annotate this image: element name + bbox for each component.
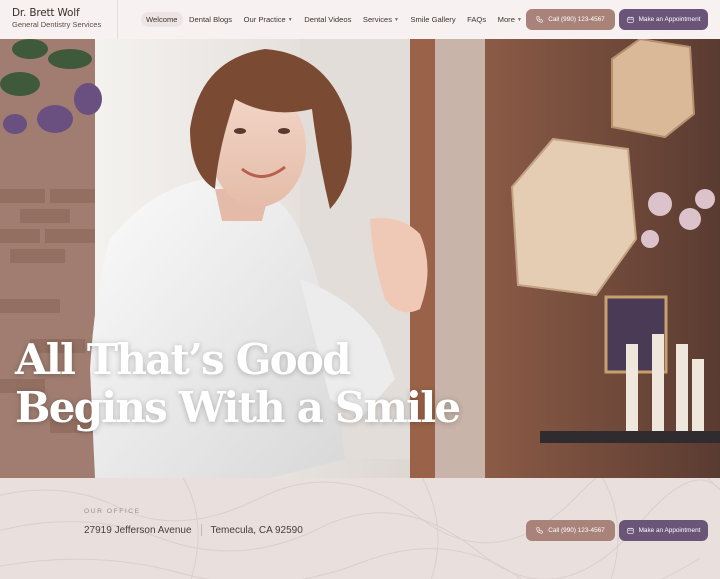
nav-our-practice-label: Our Practice bbox=[243, 15, 286, 24]
hero-heading: All That’s Good Begins With a Smile bbox=[15, 335, 461, 432]
office-address: 27919 Jefferson Avenue Temecula, CA 9259… bbox=[84, 524, 303, 536]
address-divider bbox=[200, 524, 202, 536]
brand-name: Dr. Brett Wolf bbox=[12, 7, 80, 19]
calendar-icon bbox=[626, 527, 634, 534]
nav-more-label: More bbox=[497, 15, 515, 24]
phone-icon bbox=[536, 527, 543, 534]
office-appointment-label: Make an Appointment bbox=[638, 527, 701, 534]
nav-smile-gallery-label: Smile Gallery bbox=[410, 15, 456, 24]
nav-services-label: Services bbox=[362, 15, 393, 24]
hero-heading-line1: All That’s Good bbox=[15, 335, 351, 384]
nav-smile-gallery[interactable]: Smile Gallery bbox=[405, 12, 460, 27]
office-info-bar: OUR OFFICE 27919 Jefferson Avenue Temecu… bbox=[0, 478, 720, 579]
nav-more[interactable]: More ▼ bbox=[493, 12, 527, 27]
nav-dental-blogs-label: Dental Blogs bbox=[189, 15, 233, 24]
nav-welcome[interactable]: Welcome bbox=[141, 12, 183, 27]
office-appointment-button[interactable]: Make an Appointment bbox=[619, 520, 708, 541]
nav-dental-videos[interactable]: Dental Videos bbox=[299, 12, 356, 27]
office-label: OUR OFFICE bbox=[84, 508, 141, 515]
chevron-down-icon: ▼ bbox=[394, 16, 399, 23]
hero-section: All That’s Good Begins With a Smile bbox=[0, 39, 720, 478]
chevron-down-icon: ▼ bbox=[287, 16, 293, 23]
office-call-button[interactable]: Call (990) 123-4567 bbox=[526, 520, 615, 541]
header-call-label: Call (990) 123-4567 bbox=[548, 16, 605, 23]
phone-icon bbox=[536, 16, 543, 23]
nav-our-practice[interactable]: Our Practice ▼ bbox=[239, 12, 298, 27]
calendar-icon bbox=[626, 16, 634, 23]
office-call-label: Call (990) 123-4567 bbox=[548, 527, 605, 534]
header-appointment-label: Make an Appointment bbox=[638, 16, 701, 23]
brand-subtitle: General Dentistry Services bbox=[12, 20, 102, 29]
header-appointment-button[interactable]: Make an Appointment bbox=[619, 9, 708, 30]
brand-logo[interactable]: Dr. Brett Wolf General Dentistry Service… bbox=[0, 0, 118, 39]
hero-heading-line2: Begins With a Smile bbox=[15, 383, 461, 432]
nav-services[interactable]: Services ▼ bbox=[358, 12, 404, 27]
chevron-down-icon: ▼ bbox=[516, 16, 522, 23]
nav-dental-blogs[interactable]: Dental Blogs bbox=[184, 12, 237, 27]
main-nav: Welcome Dental Blogs Our Practice ▼ Denta… bbox=[141, 0, 528, 39]
header-call-button[interactable]: Call (990) 123-4567 bbox=[526, 9, 615, 30]
office-city: Temecula, CA 92590 bbox=[210, 524, 303, 536]
nav-dental-videos-label: Dental Videos bbox=[304, 15, 352, 24]
office-street: 27919 Jefferson Avenue bbox=[84, 524, 192, 536]
site-header: Dr. Brett Wolf General Dentistry Service… bbox=[0, 0, 720, 39]
nav-welcome-label: Welcome bbox=[146, 15, 178, 24]
nav-faqs-label: FAQs bbox=[467, 15, 487, 24]
nav-faqs[interactable]: FAQs bbox=[462, 12, 491, 27]
